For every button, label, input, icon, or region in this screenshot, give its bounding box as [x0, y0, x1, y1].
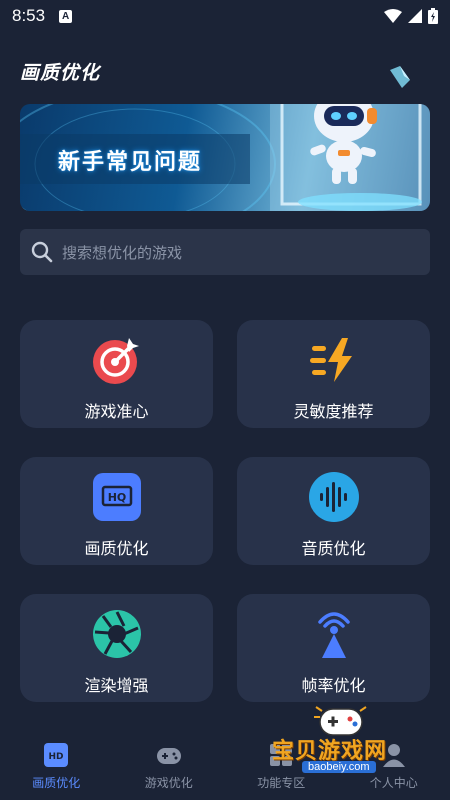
card-label: 游戏准心	[84, 402, 149, 421]
watermark: 宝贝游戏网 baobeiy.com	[264, 703, 424, 783]
gamepad-icon	[156, 748, 181, 764]
crystal-decoration-icon	[390, 66, 410, 88]
faq-banner[interactable]: 新手常见问题	[20, 104, 430, 211]
card-game-crosshair[interactable]: 游戏准心	[20, 320, 213, 428]
search-icon	[31, 241, 53, 263]
svg-text:HQ: HQ	[107, 491, 126, 504]
gamepad-mascot-icon	[314, 706, 367, 736]
lightning-icon	[309, 338, 352, 382]
target-icon	[92, 338, 139, 384]
card-label: 渲染增强	[84, 676, 149, 695]
search-input[interactable]: 搜索想优化的游戏	[20, 229, 430, 275]
card-sensitivity[interactable]: 灵敏度推荐	[237, 320, 430, 428]
banner-title: 新手常见问题	[58, 150, 203, 175]
page-title: 画质优化	[20, 62, 101, 84]
hd-icon: HQ	[92, 473, 141, 521]
signal-icon	[408, 9, 422, 23]
status-time: 8:53	[12, 6, 46, 25]
battery-icon	[428, 8, 438, 24]
waveform-icon	[308, 472, 359, 522]
card-frame-rate[interactable]: 帧率优化	[237, 594, 430, 702]
card-image-quality[interactable]: HQ 画质优化	[20, 457, 213, 565]
svg-text:HD: HD	[49, 752, 64, 762]
aperture-icon	[92, 610, 141, 658]
card-label: 灵敏度推荐	[293, 402, 374, 421]
search-placeholder: 搜索想优化的游戏	[62, 243, 183, 262]
nav-item-game-optimize[interactable]: 游戏优化	[113, 732, 226, 800]
broadcast-tower-icon	[317, 612, 350, 658]
watermark-url: baobeiy.com	[302, 761, 376, 773]
hd-icon: HD	[44, 743, 69, 767]
card-label: 音质优化	[301, 539, 366, 558]
notification-icon: A	[59, 9, 73, 23]
card-audio-quality[interactable]: 音质优化	[237, 457, 430, 565]
nav-item-image-quality[interactable]: HD 画质优化	[0, 732, 113, 800]
nav-label: 画质优化	[32, 776, 81, 790]
robot-mascot-icon	[310, 104, 377, 184]
wifi-icon	[384, 9, 402, 23]
card-render-enhance[interactable]: 渲染增强	[20, 594, 213, 702]
nav-label: 游戏优化	[144, 776, 193, 790]
card-label: 帧率优化	[301, 676, 366, 695]
card-label: 画质优化	[84, 539, 149, 558]
status-bar: 8:53 A	[0, 0, 450, 32]
